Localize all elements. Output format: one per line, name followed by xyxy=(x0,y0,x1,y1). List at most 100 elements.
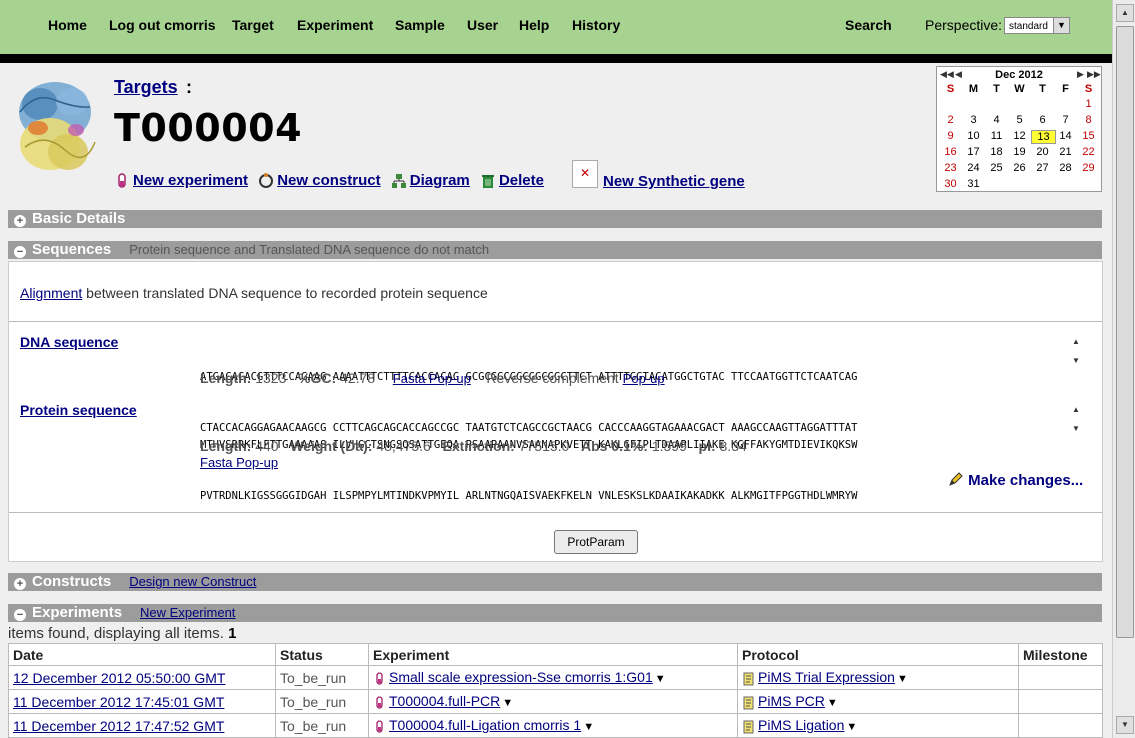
dna-scrollbar[interactable]: ▲ ▼ xyxy=(1069,332,1083,370)
dropdown-triangle-icon[interactable]: ▼ xyxy=(583,721,594,733)
make-changes-action[interactable]: Make changes... xyxy=(948,471,1083,489)
chevron-down-icon[interactable]: ▼ xyxy=(1053,18,1069,33)
next-month-icon[interactable]: ▶ xyxy=(1077,69,1084,80)
calendar-day[interactable]: 22 xyxy=(1077,146,1100,158)
date-link[interactable]: 11 December 2012 17:45:01 GMT xyxy=(13,694,224,710)
experiment-link[interactable]: T000004.full-Ligation cmorris 1 xyxy=(389,717,581,733)
calendar-day[interactable]: 13 xyxy=(1031,130,1056,144)
calendar-day[interactable]: 17 xyxy=(962,146,985,158)
calendar-day[interactable]: 16 xyxy=(939,146,962,158)
calendar-day[interactable]: 24 xyxy=(962,162,985,174)
new-experiment-section-link[interactable]: New Experiment xyxy=(140,605,235,620)
diagram-action[interactable]: Diagram xyxy=(391,172,470,189)
calendar-day[interactable]: 7 xyxy=(1054,114,1077,126)
calendar-day[interactable]: 9 xyxy=(939,130,962,142)
basic-details-bar[interactable]: + Basic Details xyxy=(8,210,1102,228)
protein-sequence-text[interactable]: MTHVSRRKFLFTTGAAAAAS ILVHGCTSNGSQSATTGEQ… xyxy=(200,403,1042,539)
calendar-day[interactable]: 27 xyxy=(1031,162,1054,174)
scroll-down-icon[interactable]: ▼ xyxy=(1116,716,1134,734)
nav-user[interactable]: User xyxy=(467,17,498,33)
date-link[interactable]: 11 December 2012 17:47:52 GMT xyxy=(13,718,224,734)
next-year-icon[interactable]: ▶▶ xyxy=(1087,69,1101,80)
nav-experiment[interactable]: Experiment xyxy=(297,17,373,33)
calendar-day[interactable]: 29 xyxy=(1077,162,1100,174)
date-link[interactable]: 12 December 2012 05:50:00 GMT xyxy=(13,670,225,686)
calendar-day[interactable]: 2 xyxy=(939,114,962,126)
alignment-link[interactable]: Alignment xyxy=(20,285,82,301)
collapse-icon[interactable]: − xyxy=(14,246,26,258)
calendar-day[interactable]: 20 xyxy=(1031,146,1054,158)
experiments-bar[interactable]: − Experiments New Experiment xyxy=(8,604,1102,622)
new-synthetic-gene-link[interactable]: New Synthetic gene xyxy=(603,173,745,190)
protocol-link[interactable]: PiMS PCR xyxy=(758,693,825,709)
nav-history[interactable]: History xyxy=(572,17,620,33)
reverse-complement-link[interactable]: Pop-up xyxy=(623,371,665,386)
calendar-day[interactable]: 18 xyxy=(985,146,1008,158)
nav-sample[interactable]: Sample xyxy=(395,17,445,33)
scroll-up-icon[interactable]: ▲ xyxy=(1116,4,1134,22)
new-construct-action[interactable]: New construct xyxy=(258,172,381,189)
expand-icon[interactable]: + xyxy=(14,578,26,590)
calendar-day[interactable]: 3 xyxy=(962,114,985,126)
calendar-day[interactable]: 31 xyxy=(962,178,985,190)
constructs-bar[interactable]: + Constructs Design new Construct xyxy=(8,573,1102,591)
new-experiment-action[interactable]: New experiment xyxy=(114,172,248,189)
perspective-select[interactable]: standard ▼ xyxy=(1004,17,1070,34)
column-header-status[interactable]: Status xyxy=(275,643,369,666)
breadcrumb-targets-link[interactable]: Targets xyxy=(114,77,178,98)
scroll-thumb[interactable] xyxy=(1116,26,1134,638)
nav-logout[interactable]: Log out cmorris xyxy=(109,17,216,33)
dna-fasta-link[interactable]: Fasta Pop-up xyxy=(393,371,471,386)
calendar-day[interactable]: 5 xyxy=(1008,114,1031,126)
nav-home[interactable]: Home xyxy=(48,17,87,33)
page-scrollbar[interactable]: ▲ ▼ xyxy=(1112,0,1135,738)
protocol-link[interactable]: PiMS Ligation xyxy=(758,717,844,733)
new-construct-link[interactable]: New construct xyxy=(277,172,380,189)
collapse-icon[interactable]: − xyxy=(14,609,26,621)
calendar-day[interactable]: 8 xyxy=(1077,114,1100,126)
column-header-experiment[interactable]: Experiment xyxy=(368,643,738,666)
nav-help[interactable]: Help xyxy=(519,17,549,33)
calendar-day[interactable]: 6 xyxy=(1031,114,1054,126)
sequences-bar[interactable]: − Sequences Protein sequence and Translate… xyxy=(8,241,1102,259)
column-header-milestone[interactable]: Milestone xyxy=(1018,643,1103,666)
calendar-day[interactable]: 11 xyxy=(985,130,1008,142)
calendar-day[interactable]: 25 xyxy=(985,162,1008,174)
protocol-link[interactable]: PiMS Trial Expression xyxy=(758,669,895,685)
calendar-day[interactable]: 28 xyxy=(1054,162,1077,174)
expand-icon[interactable]: + xyxy=(14,215,26,227)
calendar-day[interactable]: 15 xyxy=(1077,130,1100,142)
design-construct-link[interactable]: Design new Construct xyxy=(129,574,256,589)
dna-sequence-link[interactable]: DNA sequence xyxy=(20,334,118,350)
calendar-day[interactable]: 30 xyxy=(939,178,962,190)
calendar-day[interactable]: 23 xyxy=(939,162,962,174)
protein-sequence-link[interactable]: Protein sequence xyxy=(20,402,137,418)
delete-link[interactable]: Delete xyxy=(499,172,544,189)
dropdown-triangle-icon[interactable]: ▼ xyxy=(897,673,908,685)
nav-search[interactable]: Search xyxy=(845,17,892,33)
diagram-link[interactable]: Diagram xyxy=(410,172,470,189)
calendar-day[interactable]: 10 xyxy=(962,130,985,142)
calendar-day[interactable]: 21 xyxy=(1054,146,1077,158)
status-cell: To_be_run xyxy=(275,665,369,690)
dropdown-triangle-icon[interactable]: ▼ xyxy=(655,673,666,685)
protein-scrollbar[interactable]: ▲ ▼ xyxy=(1069,400,1083,438)
protparam-button[interactable]: ProtParam xyxy=(554,530,638,554)
delete-action[interactable]: Delete xyxy=(480,172,544,189)
experiment-link[interactable]: T000004.full-PCR xyxy=(389,693,500,709)
calendar-day[interactable]: 14 xyxy=(1054,130,1077,142)
nav-target[interactable]: Target xyxy=(232,17,274,33)
column-header-date[interactable]: Date xyxy=(8,643,276,666)
experiment-link[interactable]: Small scale expression-Sse cmorris 1:G01 xyxy=(389,669,653,685)
calendar-day[interactable]: 4 xyxy=(985,114,1008,126)
dropdown-triangle-icon[interactable]: ▼ xyxy=(846,721,857,733)
dropdown-triangle-icon[interactable]: ▼ xyxy=(502,697,513,709)
protein-fasta-link[interactable]: Fasta Pop-up xyxy=(200,455,278,470)
column-header-protocol[interactable]: Protocol xyxy=(737,643,1019,666)
calendar-day[interactable]: 1 xyxy=(1077,98,1100,110)
calendar-day[interactable]: 26 xyxy=(1008,162,1031,174)
calendar-day[interactable]: 12 xyxy=(1008,130,1031,142)
dropdown-triangle-icon[interactable]: ▼ xyxy=(827,697,838,709)
calendar-day[interactable]: 19 xyxy=(1008,146,1031,158)
new-experiment-link[interactable]: New experiment xyxy=(133,172,248,189)
